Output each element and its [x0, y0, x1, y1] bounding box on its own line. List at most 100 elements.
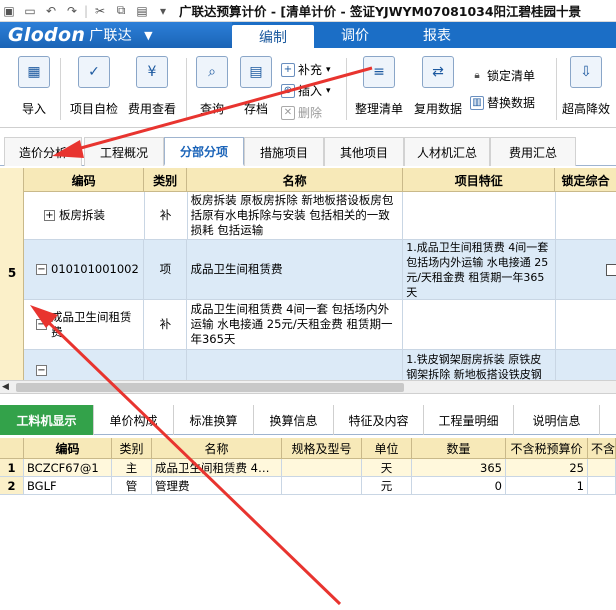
cell-unit[interactable]: 天 [362, 459, 412, 477]
cell-price[interactable]: 1 [506, 477, 588, 495]
cell-type[interactable]: 补 [144, 300, 188, 349]
col-name[interactable]: 名称 [152, 438, 282, 459]
collapse-icon[interactable]: − [36, 264, 47, 275]
tab-unit-price[interactable]: 单价构成 [94, 405, 174, 435]
col-other[interactable]: 不含 [588, 438, 616, 459]
col-feature[interactable]: 项目特征 [403, 168, 556, 192]
cell-name[interactable]: 成品卫生间租赁费 4间一套 包括场内外运输 水电接通 25元/天租金费 租赁期一… [187, 300, 404, 349]
cell-type[interactable]: 管 [112, 477, 152, 495]
cell-code[interactable]: − 010101001002 [24, 240, 145, 299]
tab-report[interactable]: 报表 [396, 22, 478, 48]
insert-button[interactable]: ⊕ 插入 ▾ [281, 82, 331, 99]
cell-spec[interactable] [282, 459, 362, 477]
cell-feature[interactable]: 1.铁皮钢架厨房拆装 原铁皮钢架拆除 新地板搭设铁皮钢 [403, 350, 556, 380]
row-number[interactable]: 1 [0, 459, 24, 477]
cell-code[interactable]: − 成品卫生间租赁费 [24, 300, 145, 349]
cell-feature[interactable] [403, 192, 556, 239]
col-code[interactable]: 编码 [24, 438, 112, 459]
col-lock[interactable]: 锁定综合 [555, 168, 616, 192]
organize-list-button[interactable]: ≡ 整理清单 [355, 56, 403, 122]
paste-icon[interactable]: ▤ [133, 2, 151, 20]
cell-code[interactable]: + 板房拆装 [24, 192, 145, 239]
col-quantity[interactable]: 数量 [412, 438, 506, 459]
collapse-icon[interactable]: − [36, 364, 47, 376]
tab-convert-info[interactable]: 换算信息 [254, 405, 334, 435]
table-row[interactable]: + 板房拆装 补 板房拆装 原板房拆除 新地板搭设板房包括原有水电拆除与安装 包… [24, 192, 616, 240]
replace-data-button[interactable]: ▥ 替换数据 [470, 94, 535, 111]
tab-sub-items[interactable]: 分部分项 [164, 137, 244, 166]
col-code[interactable]: 编码 [24, 168, 145, 192]
cell-quantity[interactable]: 0 [412, 477, 506, 495]
dropdown-icon[interactable]: ▾ [154, 2, 172, 20]
save-icon[interactable]: ▣ [0, 2, 18, 20]
col-spec[interactable]: 规格及型号 [282, 438, 362, 459]
open-icon[interactable]: ▭ [21, 2, 39, 20]
tab-adjust-price[interactable]: 调价 [314, 22, 396, 48]
cell-lock[interactable] [556, 240, 616, 299]
cell-lock[interactable] [556, 350, 616, 380]
cell-quantity[interactable]: 365 [412, 459, 506, 477]
row-number[interactable]: 5 [0, 266, 24, 280]
save-archive-button[interactable]: ▤ 存档 [240, 56, 272, 122]
self-check-button[interactable]: ✓ 项目自检 [70, 56, 118, 122]
tab-material-display[interactable]: 工料机显示 [0, 405, 94, 435]
reduce-efficiency-button[interactable]: ⇩ 超高降效 [562, 56, 610, 122]
tab-edit[interactable]: 编制 [232, 25, 314, 48]
row-number[interactable]: 2 [0, 477, 24, 495]
col-unit[interactable]: 单位 [362, 438, 412, 459]
cell-feature[interactable] [403, 300, 556, 349]
cell-spec[interactable] [282, 477, 362, 495]
cell-lock[interactable] [556, 300, 616, 349]
cell-code[interactable]: BGLF [24, 477, 112, 495]
table-row-selected[interactable]: − 010101001002 项 成品卫生间租赁费 1.成品卫生间租赁费 4间一… [24, 240, 616, 300]
undo-icon[interactable]: ↶ [42, 2, 60, 20]
table-row[interactable]: − 成品卫生间租赁费 补 成品卫生间租赁费 4间一套 包括场内外运输 水电接通 … [24, 300, 616, 350]
tab-project-overview[interactable]: 工程概况 [84, 137, 164, 166]
col-type[interactable]: 类别 [112, 438, 152, 459]
scroll-left-icon[interactable]: ◀ [2, 382, 9, 392]
tab-feature-content[interactable]: 特征及内容 [334, 405, 424, 435]
cell-other[interactable] [588, 477, 616, 495]
import-button[interactable]: ▦ 导入 [18, 56, 50, 122]
cell-code[interactable]: BCZCF67@1 [24, 459, 112, 477]
cell-lock[interactable] [556, 192, 616, 239]
cell-price[interactable]: 25 [506, 459, 588, 477]
tab-standard-convert[interactable]: 标准换算 [174, 405, 254, 435]
cell-name[interactable]: 成品卫生间租赁费 4… [152, 459, 282, 477]
cell-type[interactable]: 主 [112, 459, 152, 477]
query-button[interactable]: ⌕ 查询 [196, 56, 228, 122]
tab-notes[interactable]: 说明信息 [514, 405, 600, 435]
tab-labor-material[interactable]: 人材机汇总 [404, 137, 490, 166]
copy-icon[interactable]: ⧉ [112, 2, 130, 20]
reuse-data-button[interactable]: ⇄ 复用数据 [414, 56, 462, 122]
lock-checkbox[interactable] [606, 263, 616, 276]
cell-name[interactable] [187, 350, 404, 380]
supplement-button[interactable]: + 补充 ▾ [281, 61, 331, 78]
expand-icon[interactable]: + [44, 210, 55, 221]
fee-view-button[interactable]: ¥ 费用查看 [128, 56, 176, 122]
redo-icon[interactable]: ↷ [63, 2, 81, 20]
tab-other-items[interactable]: 其他项目 [324, 137, 404, 166]
tab-measures[interactable]: 措施项目 [244, 137, 324, 166]
cell-unit[interactable]: 元 [362, 477, 412, 495]
lock-list-button[interactable]: 🔒︎ 锁定清单 [470, 67, 535, 84]
col-name[interactable]: 名称 [187, 168, 404, 192]
cell-name[interactable]: 成品卫生间租赁费 [187, 240, 404, 299]
cell-type[interactable]: 补 [145, 192, 188, 239]
horizontal-scrollbar[interactable]: ◀ [0, 380, 616, 394]
col-type[interactable]: 类别 [144, 168, 188, 192]
cell-name[interactable]: 板房拆装 原板房拆除 新地板搭设板房包括原有水电拆除与安装 包括相关的一致损耗 … [188, 192, 404, 239]
delete-button[interactable]: ✕ 删除 [281, 104, 322, 121]
cell-code[interactable]: − [24, 350, 145, 380]
cell-type[interactable]: 项 [144, 240, 188, 299]
col-price[interactable]: 不含税预算价 [506, 438, 588, 459]
table-row[interactable]: − 1.铁皮钢架厨房拆装 原铁皮钢架拆除 新地板搭设铁皮钢 [24, 350, 616, 380]
collapse-icon[interactable]: − [36, 319, 47, 330]
scrollbar-thumb[interactable] [16, 383, 404, 392]
cut-icon[interactable]: ✂ [91, 2, 109, 20]
cell-other[interactable] [588, 459, 616, 477]
cell-feature[interactable]: 1.成品卫生间租赁费 4间一套 包括场内外运输 水电接通 25元/天租金费 租赁… [403, 240, 556, 299]
tab-fee-summary[interactable]: 费用汇总 [490, 137, 576, 166]
cell-type[interactable] [144, 350, 188, 380]
tab-quantity-detail[interactable]: 工程量明细 [424, 405, 514, 435]
